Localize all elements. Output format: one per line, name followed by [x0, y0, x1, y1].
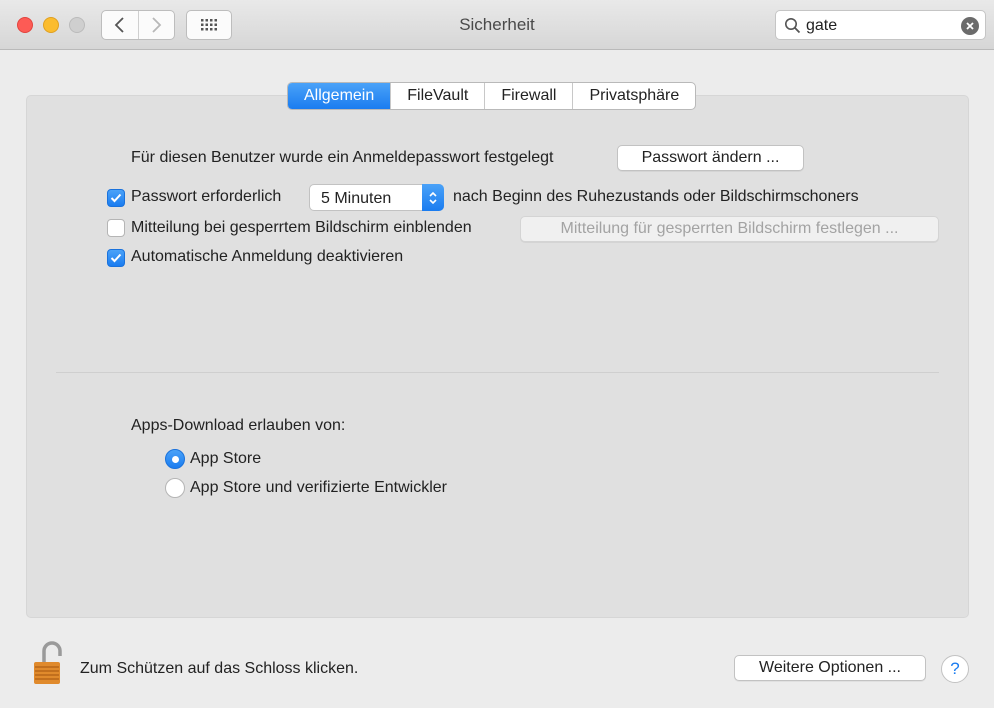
after-sleep-text: nach Beginn des Ruhezustands oder Bildsc… — [453, 188, 859, 205]
clear-search-icon[interactable] — [961, 17, 979, 35]
section-divider — [56, 372, 939, 373]
tab-firewall[interactable]: Firewall — [484, 83, 572, 109]
require-password-label: Passwort erforderlich — [131, 188, 282, 205]
search-input[interactable] — [806, 15, 956, 37]
radio-app-store[interactable] — [165, 449, 185, 469]
disable-autologin-label: Automatische Anmeldung deaktivieren — [131, 248, 404, 265]
preferences-window: Sicherheit Allgemein FileVault Firewall … — [0, 0, 994, 708]
password-set-text: Für diesen Benutzer wurde ein Anmeldepas… — [131, 149, 554, 166]
set-lock-message-button[interactable]: Mitteilung für gesperrten Bildschirm fes… — [520, 216, 939, 242]
disable-autologin-checkbox[interactable] — [107, 249, 125, 267]
tab-filevault[interactable]: FileVault — [390, 83, 484, 109]
search-field[interactable] — [775, 10, 986, 40]
radio-app-store-identified-label: App Store und verifizierte Entwickler — [190, 479, 447, 496]
tab-bar: Allgemein FileVault Firewall Privatsphär… — [287, 82, 697, 110]
checkmark-icon — [110, 193, 122, 203]
tab-allgemein[interactable]: Allgemein — [288, 83, 391, 109]
close-icon — [966, 22, 974, 30]
show-message-label: Mitteilung bei gesperrtem Bildschirm ein… — [131, 219, 472, 236]
more-options-button[interactable]: Weitere Optionen ... — [734, 655, 926, 681]
lock-hint-text: Zum Schützen auf das Schloss klicken. — [80, 660, 359, 677]
title-bar: Sicherheit — [0, 0, 994, 50]
change-password-button[interactable]: Passwort ändern ... — [617, 145, 804, 171]
password-delay-select[interactable]: 5 Minuten — [309, 184, 444, 211]
password-delay-value: 5 Minuten — [321, 190, 392, 207]
help-button[interactable]: ? — [941, 655, 969, 683]
radio-app-store-label: App Store — [190, 450, 262, 467]
checkmark-icon — [110, 253, 122, 263]
lock-icon[interactable] — [32, 640, 66, 686]
updown-arrows-icon — [422, 184, 444, 211]
radio-app-store-identified[interactable] — [165, 478, 185, 498]
require-password-checkbox[interactable] — [107, 189, 125, 207]
content-panel — [26, 95, 969, 618]
apps-download-heading: Apps-Download erlauben von: — [131, 417, 346, 434]
search-icon — [785, 18, 801, 34]
tab-privatsphaere[interactable]: Privatsphäre — [572, 83, 695, 109]
show-message-checkbox[interactable] — [107, 219, 125, 237]
